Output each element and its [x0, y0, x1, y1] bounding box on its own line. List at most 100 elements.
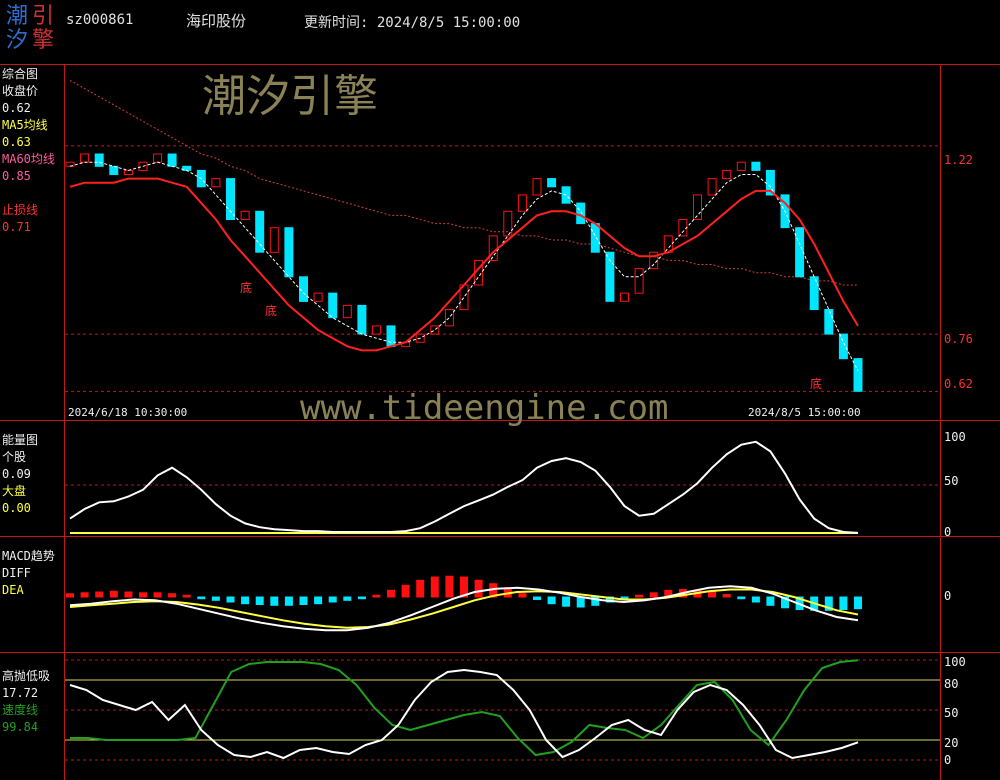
- candle: [211, 178, 221, 188]
- macd-bar: [854, 596, 862, 610]
- gdx-panel-legend: 高抛低吸 17.72 速度线 99.84: [2, 668, 50, 736]
- candle: [255, 210, 265, 253]
- candle: [590, 223, 600, 253]
- macd-bar: [182, 594, 191, 598]
- candle: [240, 210, 250, 221]
- bottom-mark: 底: [240, 281, 253, 295]
- macd-bar: [387, 589, 395, 598]
- macd-bar: [722, 594, 731, 598]
- energy-panel-legend: 能量图 个股 0.09 大盘 0.00: [2, 432, 38, 517]
- legend-label: MACD趋势: [2, 549, 55, 563]
- macd-bar: [255, 596, 264, 605]
- macd-bar: [533, 596, 541, 600]
- candle: [284, 227, 294, 278]
- macd-bar: [839, 596, 848, 610]
- candle: [853, 358, 863, 392]
- ma5-line: [69, 161, 859, 372]
- macd-bar: [80, 592, 89, 598]
- legend-label: 止损线: [2, 203, 39, 217]
- macd-bar: [109, 590, 118, 598]
- legend-label: 个股: [2, 450, 27, 464]
- bottom-mark: 底: [265, 304, 278, 318]
- legend-label: 0.63: [2, 135, 31, 149]
- macd-bar: [314, 596, 323, 605]
- candle: [707, 178, 717, 196]
- macd-bar: [226, 596, 235, 603]
- macd-bar: [124, 591, 133, 598]
- legend-label: MA5均线: [2, 118, 48, 132]
- macd-bar: [518, 593, 527, 598]
- main-ytick: 0.62: [944, 377, 973, 391]
- candle: [430, 325, 440, 335]
- macd-bar: [416, 579, 425, 598]
- macd-bar: [445, 575, 454, 598]
- macd-panel-legend: MACD趋势 DIFF DEA: [2, 548, 55, 599]
- legend-label: 能量图: [2, 433, 39, 447]
- candle: [547, 178, 557, 188]
- macd-ytick: 0: [944, 589, 952, 603]
- main-panel-legend: 综合图 收盘价 0.62 MA5均线 0.63 MA60均线 0.85 止损线 0.71: [2, 66, 55, 236]
- macd-bar: [766, 596, 775, 606]
- legend-label: 0.62: [2, 101, 31, 115]
- candle: [795, 227, 805, 278]
- candle: [809, 276, 819, 310]
- macd-bar: [547, 596, 556, 605]
- legend-label: 17.72: [2, 686, 39, 700]
- gdx-ytick: 80: [944, 677, 959, 691]
- candle: [80, 153, 90, 163]
- watermark-url: www.tideengine.com: [300, 388, 669, 428]
- macd-bar: [299, 596, 308, 605]
- gdx-ytick: 0: [944, 753, 952, 767]
- candle: [722, 169, 732, 180]
- macd-bar: [474, 579, 483, 598]
- candle: [444, 309, 454, 327]
- candle: [153, 153, 163, 163]
- candle: [634, 268, 644, 294]
- legend-label: 0.00: [2, 501, 31, 515]
- macd-bar: [576, 596, 585, 608]
- candle: [620, 292, 629, 302]
- legend-label: 0.71: [2, 220, 31, 234]
- macd-bar: [95, 591, 104, 598]
- gdx-ytick: 20: [944, 736, 959, 750]
- legend-label: [2, 185, 55, 202]
- ma60-line: [69, 79, 858, 286]
- candle: [838, 333, 848, 360]
- macd-bar: [737, 596, 746, 600]
- macd-bar: [708, 591, 717, 598]
- macd-bar: [372, 594, 381, 598]
- candle: [517, 194, 527, 212]
- watermark-title: 潮汐引擎: [202, 71, 378, 122]
- bottom-mark: 底: [810, 377, 823, 391]
- macd-bar: [66, 593, 74, 598]
- energy-ytick: 50: [944, 474, 959, 488]
- candle: [678, 219, 688, 237]
- legend-label: 0.85: [2, 169, 31, 183]
- main-ytick: 1.22: [944, 153, 973, 167]
- candle: [736, 161, 746, 171]
- end-time-label: 2024/8/5 15:00:00: [748, 406, 861, 419]
- start-time-label: 2024/6/18 10:30:00: [68, 406, 188, 419]
- candle: [123, 169, 133, 175]
- macd-bar: [284, 596, 293, 606]
- macd-bar: [401, 584, 410, 598]
- stop-loss-line: [69, 177, 859, 352]
- macd-bar: [751, 596, 760, 603]
- macd-bar: [357, 596, 366, 600]
- candle: [386, 325, 396, 347]
- macd-bar: [168, 593, 177, 598]
- gdx-ytick: 100: [944, 655, 966, 669]
- speed-line: [70, 659, 859, 757]
- macd-bar: [270, 596, 279, 606]
- legend-label: 综合图: [2, 67, 39, 81]
- candle: [167, 153, 177, 167]
- energy-stock-line: [69, 440, 859, 534]
- macd-bar: [328, 596, 337, 603]
- legend-label: DEA: [2, 583, 24, 597]
- legend-label: 99.84: [2, 720, 39, 734]
- candle: [313, 292, 323, 302]
- macd-bar: [153, 592, 162, 598]
- macd-bar: [197, 596, 206, 600]
- candle: [328, 292, 338, 319]
- candle: [342, 304, 352, 319]
